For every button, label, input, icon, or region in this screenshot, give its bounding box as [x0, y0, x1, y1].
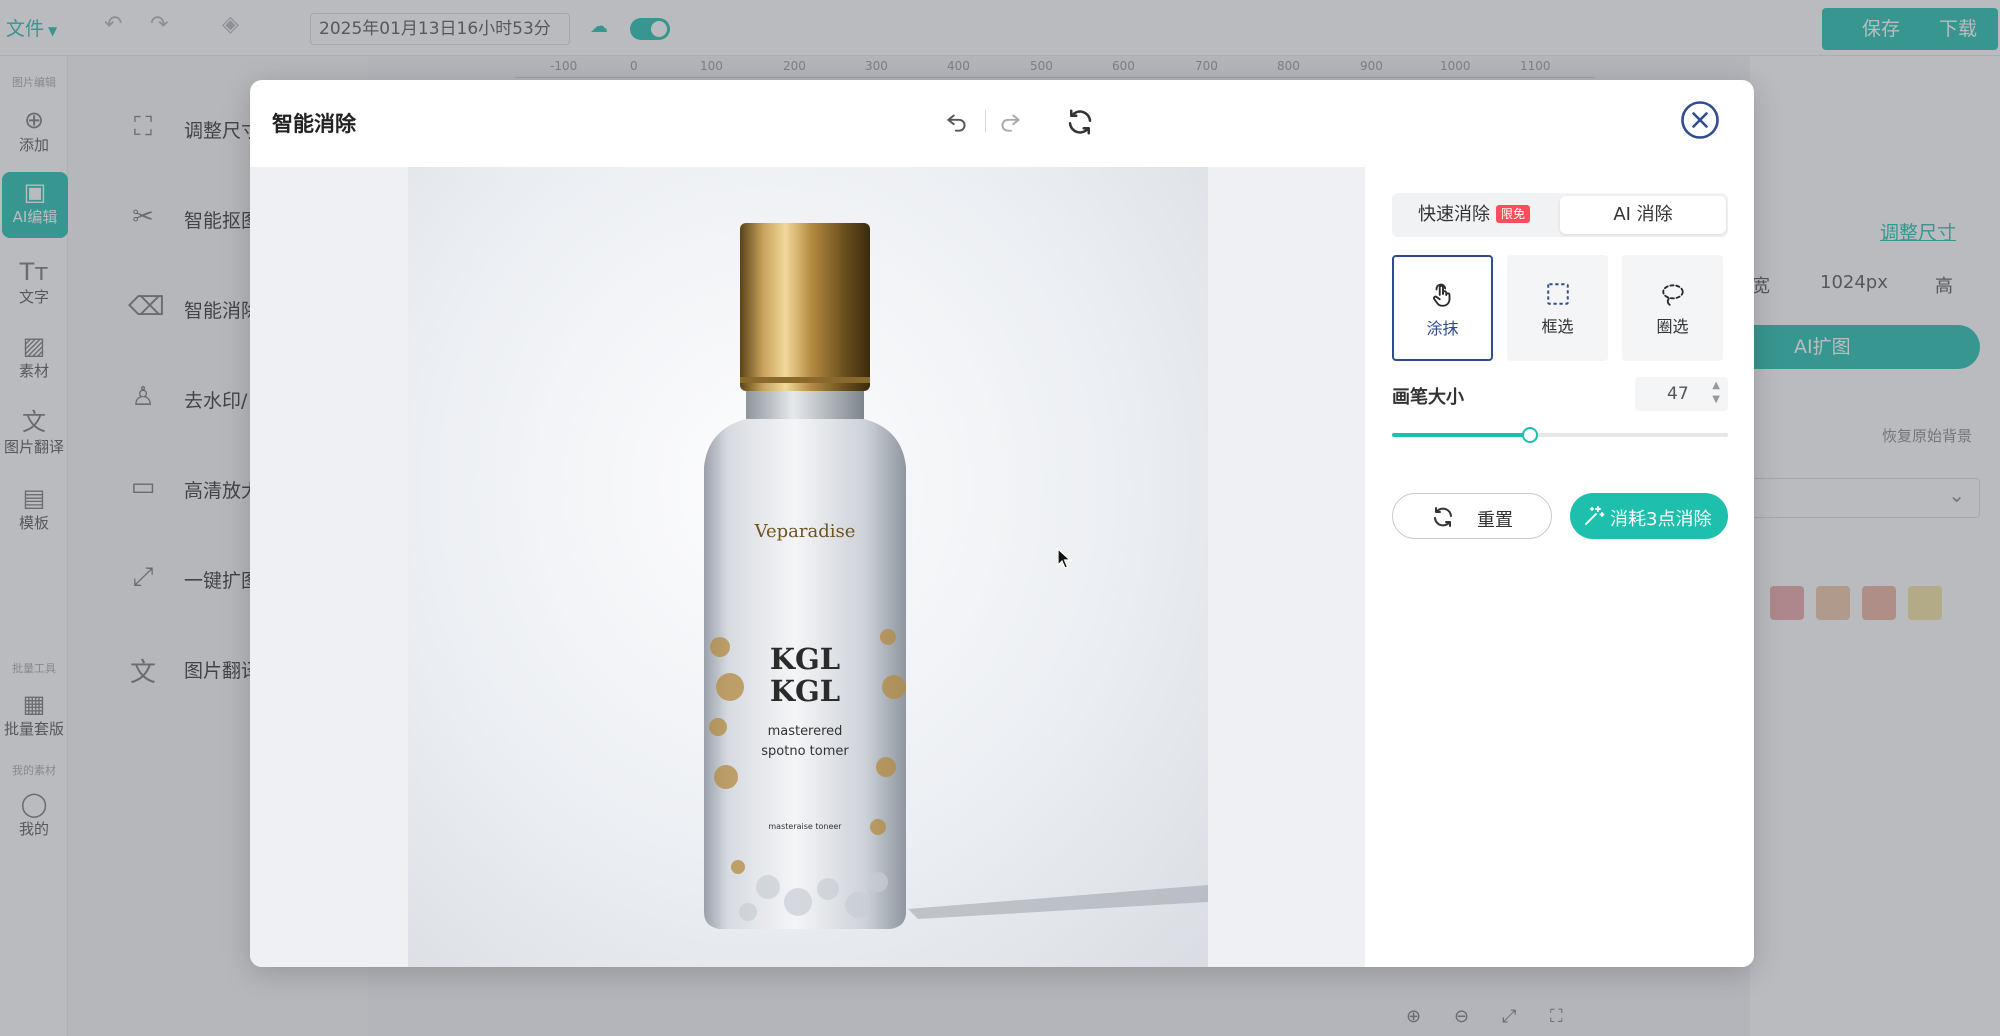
tab-ai-erase[interactable]: AI 消除	[1560, 196, 1726, 234]
erase-mode-tabs: 快速消除 限免 AI 消除	[1392, 193, 1728, 237]
undo-button[interactable]	[937, 102, 977, 142]
erase-label: 消耗3点消除	[1610, 509, 1712, 530]
reset-button[interactable]: 重置	[1392, 493, 1552, 539]
dashed-rect-icon	[1546, 283, 1569, 305]
bottle-desc-line-1: masterered	[768, 724, 843, 739]
hand-pointer-icon	[1432, 283, 1450, 307]
free-badge: 限免	[1496, 205, 1531, 223]
tab-quick-erase[interactable]: 快速消除 限免	[1396, 197, 1556, 233]
bottle-name-line-1: KGL	[770, 642, 840, 676]
product-bottle-illustration: Veparadise KGL KGL masterered spotno tom…	[704, 223, 1208, 929]
mode-label: 框选	[1541, 317, 1574, 336]
modal-title: 智能消除	[272, 112, 356, 136]
product-photo[interactable]: Veparadise KGL KGL masterered spotno tom…	[408, 167, 1208, 967]
brush-size-slider[interactable]	[1392, 427, 1728, 443]
slider-fill	[1392, 433, 1530, 437]
image-canvas[interactable]: Veparadise KGL KGL masterered spotno tom…	[250, 167, 1365, 967]
header-divider	[985, 110, 986, 132]
mode-label: 圈选	[1656, 317, 1689, 336]
mode-label: 涂抹	[1426, 319, 1459, 338]
undo-icon	[947, 114, 966, 132]
magic-wand-icon	[1585, 506, 1605, 525]
brush-size-value: 47	[1667, 384, 1689, 404]
close-button[interactable]	[1680, 100, 1720, 140]
redo-button[interactable]	[990, 102, 1030, 142]
tab-label: 快速消除	[1418, 204, 1490, 225]
reset-label: 重置	[1477, 510, 1513, 531]
erase-options-panel: 快速消除 限免 AI 消除 涂抹 框选 圈选 画笔大小 47 ▲ ▼ 重置 消耗…	[1365, 167, 1754, 967]
bottle-name-line-2: KGL	[770, 674, 840, 708]
refresh-button[interactable]	[1060, 102, 1100, 142]
mode-lasso-select[interactable]: 圈选	[1622, 255, 1723, 361]
mode-box-select[interactable]: 框选	[1507, 255, 1608, 361]
close-icon	[1681, 101, 1719, 139]
brush-size-input[interactable]: 47 ▲ ▼	[1635, 377, 1728, 411]
mode-smear[interactable]: 涂抹	[1392, 255, 1493, 361]
brush-size-label: 画笔大小	[1392, 387, 1464, 408]
stepper-arrows-icon[interactable]: ▲ ▼	[1712, 379, 1720, 407]
lasso-icon	[1661, 284, 1684, 306]
mouse-cursor-icon	[1057, 548, 1072, 569]
smart-erase-modal: 智能消除 Veparadise KGL KGL masterered spotn…	[250, 80, 1754, 967]
refresh-icon	[1068, 109, 1092, 135]
refresh-icon	[1434, 507, 1452, 527]
erase-button[interactable]: 消耗3点消除	[1570, 493, 1728, 539]
bottle-logo-text: Veparadise	[754, 521, 856, 542]
redo-icon	[1001, 114, 1020, 132]
bottle-desc-line-2: spotno tomer	[761, 744, 849, 759]
bottle-small-text: masteraise toneer	[768, 822, 842, 831]
slider-handle[interactable]	[1521, 427, 1538, 443]
